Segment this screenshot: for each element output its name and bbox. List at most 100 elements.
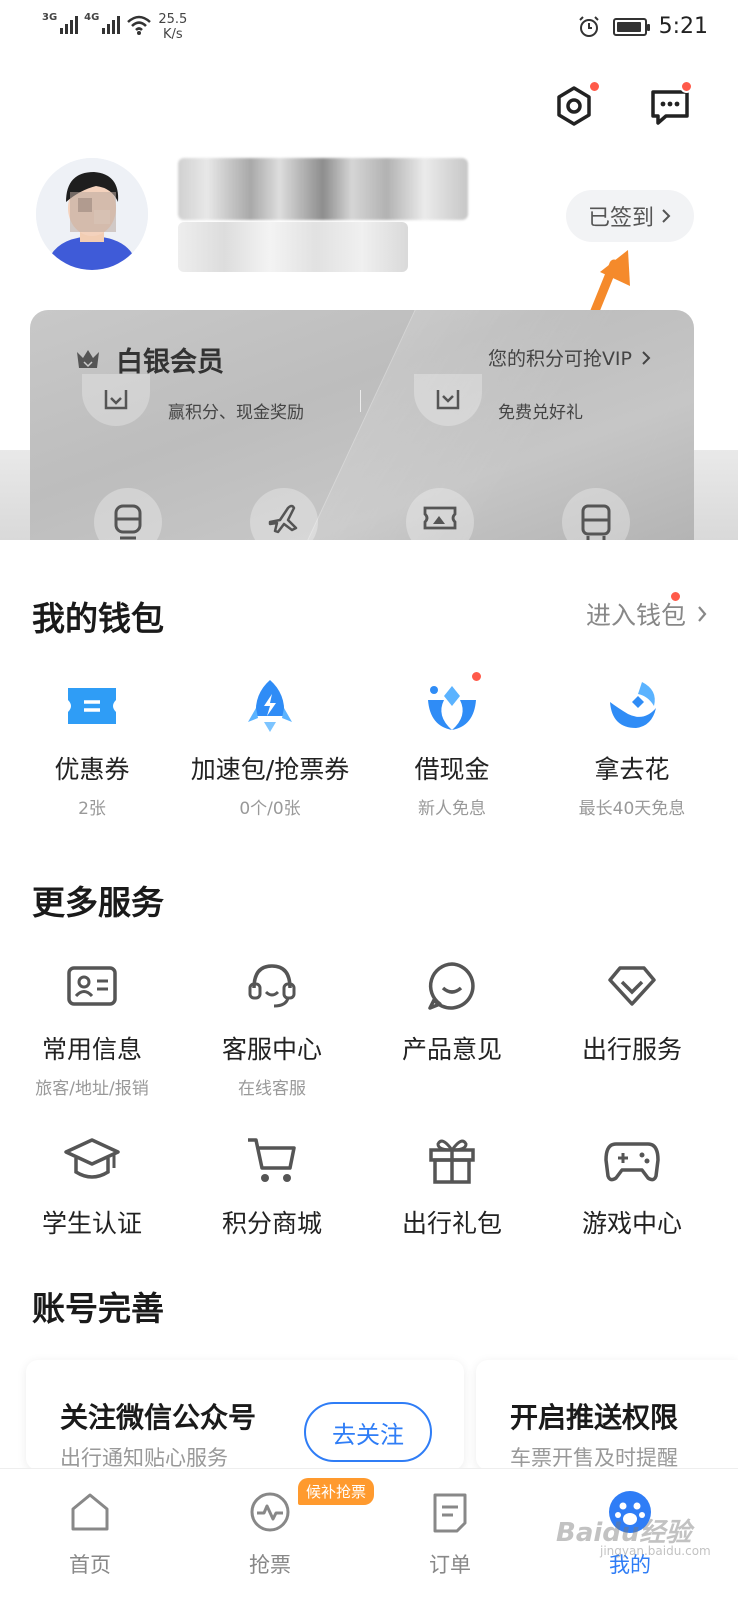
- train-icon: [94, 488, 162, 540]
- service-item-label: 产品意见: [401, 1035, 502, 1064]
- messages-button[interactable]: [648, 80, 693, 128]
- tab-label: 订单: [429, 1553, 471, 1577]
- cart-icon: [242, 1130, 302, 1190]
- settings-button[interactable]: [552, 80, 601, 128]
- service-item-label: 常用信息: [41, 1035, 142, 1064]
- notification-dot: [680, 80, 693, 93]
- enter-wallet-link[interactable]: 进入钱包: [586, 590, 708, 632]
- member-card[interactable]: 白银会员 您的积分可抢VIP 赢积分、现金奖励 免费兑好礼: [30, 310, 694, 540]
- watermark-url: jingyan.baidu.com: [600, 1544, 711, 1558]
- notification-dot: [588, 80, 601, 93]
- wallet-item-sub: 0个/0张: [239, 799, 301, 819]
- rewards-icon: [82, 374, 150, 426]
- cell-signal-icon: 3G: [42, 12, 79, 34]
- clock: 5:21: [658, 14, 708, 39]
- wallet-item-coupon[interactable]: 优惠券 2张: [0, 676, 184, 819]
- wallet-item-credit[interactable]: 拿去花 最长40天免息: [540, 676, 724, 819]
- service-item-label: 出行服务: [581, 1035, 682, 1064]
- wallet-item-sub: 新人免息: [418, 799, 486, 819]
- status-right: 5:21: [577, 14, 708, 39]
- follow-button[interactable]: 去关注: [304, 1402, 432, 1462]
- avatar[interactable]: [36, 158, 148, 270]
- wifi-icon: [127, 15, 152, 35]
- service-item-support[interactable]: 客服中心 在线客服: [180, 956, 364, 1099]
- service-item-sub: 旅客/地址/报销: [35, 1079, 149, 1099]
- notification-dot: [669, 590, 682, 603]
- service-item-mall[interactable]: 积分商城: [180, 1130, 364, 1240]
- feedback-icon: [422, 956, 482, 1016]
- chevron-right-icon: [662, 209, 671, 223]
- tab-label: 首页: [69, 1553, 111, 1577]
- service-item-info[interactable]: 常用信息 旅客/地址/报销: [0, 956, 184, 1099]
- service-item-feedback[interactable]: 产品意见: [360, 956, 544, 1066]
- signin-label: 已签到: [587, 206, 654, 231]
- card-title: 开启推送权限: [510, 1401, 679, 1434]
- network-speed: 25.5 K/s: [158, 12, 187, 42]
- credit-icon: [602, 676, 662, 736]
- wallet-item-label: 借现金: [414, 755, 490, 784]
- tab-label: 抢票: [249, 1553, 291, 1577]
- service-item-student[interactable]: 学生认证: [0, 1130, 184, 1240]
- diamond-icon: [602, 956, 662, 1016]
- chevron-right-icon: [698, 606, 707, 622]
- pulse-icon: [250, 1492, 290, 1532]
- crown-icon: [77, 349, 99, 368]
- headset-icon: [242, 956, 302, 1016]
- service-item-label: 学生认证: [41, 1209, 142, 1238]
- gift-icon: [422, 1130, 482, 1190]
- service-item-label: 出行礼包: [401, 1209, 502, 1238]
- speed-unit: K/s: [162, 27, 183, 42]
- benefit-rewards: 赢积分、现金奖励: [168, 403, 304, 423]
- service-item-label: 游戏中心: [581, 1209, 682, 1238]
- push-permission-card[interactable]: 开启推送权限 车票开售及时提醒: [476, 1360, 738, 1470]
- service-item-label: 客服中心: [221, 1035, 322, 1064]
- username-redacted: [178, 158, 468, 220]
- member-info-redacted: [178, 222, 408, 272]
- status-left: 3G 4G 25.5 K/s: [42, 12, 187, 42]
- wallet-title: 我的钱包: [32, 599, 164, 638]
- speed-value: 25.5: [158, 12, 188, 27]
- home-icon: [71, 1493, 109, 1531]
- order-list-icon: [433, 1493, 467, 1533]
- service-item-games[interactable]: 游戏中心: [540, 1130, 724, 1240]
- wallet-item-label: 加速包/抢票券: [190, 755, 350, 784]
- wallet-item-sub: 2张: [78, 799, 106, 819]
- id-card-icon: [62, 956, 122, 1016]
- benefit-gifts: 免费兑好礼: [498, 403, 583, 423]
- service-item-label: 积分商城: [221, 1209, 322, 1238]
- rocket-icon: [240, 676, 300, 736]
- gamepad-icon: [602, 1130, 662, 1190]
- wallet-item-boost[interactable]: 加速包/抢票券 0个/0张: [178, 676, 362, 819]
- cell-signal-icon: 4G: [84, 12, 121, 34]
- vip-link[interactable]: 您的积分可抢VIP: [488, 344, 652, 371]
- wechat-follow-card[interactable]: 关注微信公众号 出行通知贴心服务 去关注: [26, 1360, 464, 1470]
- battery-icon: [612, 17, 650, 36]
- vip-text: 您的积分可抢VIP: [487, 348, 632, 370]
- wallet-item-cash[interactable]: 借现金 新人免息: [360, 670, 544, 819]
- service-item-gift[interactable]: 出行礼包: [360, 1130, 544, 1240]
- plane-icon: [250, 488, 318, 540]
- tab-orders[interactable]: 订单: [390, 1489, 510, 1579]
- network-type: 3G: [42, 12, 58, 23]
- account-title: 账号完善: [32, 1289, 164, 1328]
- cash-loan-icon: [422, 670, 483, 736]
- notification-dot: [470, 670, 483, 683]
- services-title: 更多服务: [32, 883, 164, 922]
- wallet-item-label: 拿去花: [594, 755, 670, 784]
- card-title: 关注微信公众号: [60, 1401, 257, 1434]
- alarm-icon: [578, 15, 599, 37]
- signin-button[interactable]: 已签到: [566, 190, 694, 242]
- service-item-sub: 在线客服: [238, 1079, 306, 1099]
- status-bar: 3G 4G 25.5 K/s 5:21: [0, 0, 738, 58]
- service-item-travel[interactable]: 出行服务: [540, 956, 724, 1066]
- divider: [360, 390, 361, 412]
- graduation-cap-icon: [62, 1130, 122, 1190]
- user-avatar-image: [36, 158, 148, 270]
- wallet-item-label: 优惠券: [54, 755, 130, 784]
- chevron-right-icon: [642, 350, 651, 365]
- waitlist-badge: 候补抢票: [298, 1478, 375, 1505]
- tab-home[interactable]: 首页: [30, 1489, 150, 1579]
- network-type: 4G: [84, 12, 100, 23]
- coupon-icon: [62, 676, 122, 736]
- wallet-item-sub: 最长40天免息: [578, 799, 686, 819]
